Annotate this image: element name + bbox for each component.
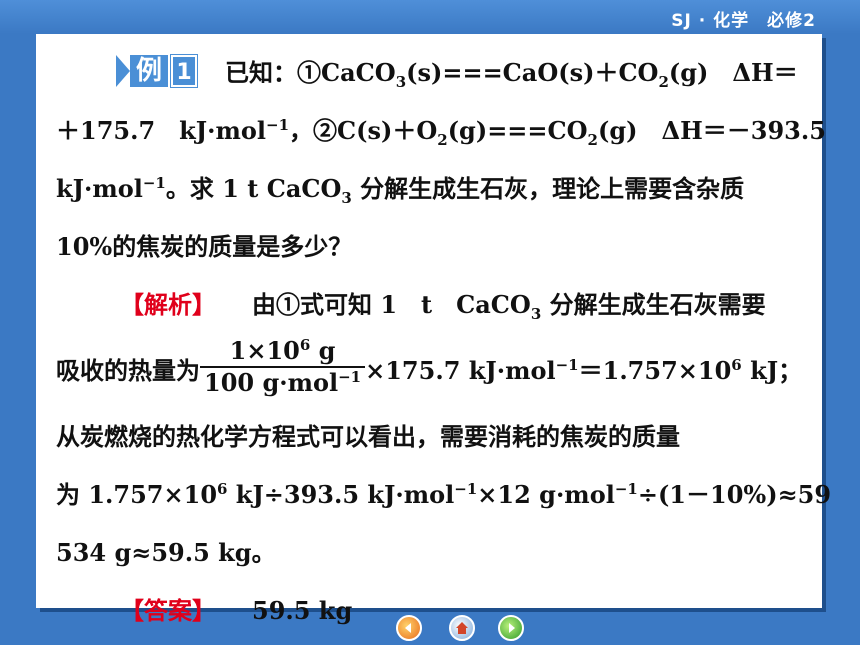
badge-label: 例 (130, 54, 169, 87)
text: 为 1.757×10 (56, 480, 218, 509)
superscript: 6 (299, 335, 311, 354)
superscript: 6 (217, 480, 228, 498)
text: kJ； (741, 356, 803, 385)
superscript: −1 (555, 356, 579, 374)
superscript: −1 (266, 116, 290, 134)
text: ＋175.7 kJ·mol (56, 116, 267, 145)
text: 100 g·mol (204, 367, 339, 397)
text: (g)===CO (447, 116, 588, 145)
home-button[interactable] (449, 615, 475, 641)
course-header: SJ · 化学 必修2 (671, 11, 816, 31)
badge-number: 1 (170, 53, 199, 88)
prev-slide-button[interactable] (396, 615, 422, 641)
analysis-line-1: 【解析】 由①式可知 1 t CaCO3 分解生成生石灰需要 (56, 276, 816, 334)
text: 吸收的热量为 (56, 356, 200, 385)
subscript: 2 (437, 130, 448, 149)
slide-text: 例 1 已知：①CaCO3(s)===CaO(s)＋CO2(g) ΔH＝ ＋17… (56, 44, 831, 640)
superscript: −1 (142, 174, 166, 192)
question-line-2: ＋175.7 kJ·mol−1，②C(s)＋O2(g)===CO2(g) ΔH＝… (56, 102, 826, 160)
text: (s)===CaO(s)＋CO (406, 58, 659, 87)
text: 由①式可知 1 t CaCO (252, 290, 531, 319)
fraction-numerator: 1×106 g (200, 335, 366, 368)
text: (g) ΔH＝－393.5 (597, 116, 826, 145)
text: 1×10 (229, 335, 300, 365)
home-icon (456, 622, 468, 634)
question-line-4: 10%的焦炭的质量是多少？ (56, 218, 816, 276)
superscript: −1 (454, 480, 478, 498)
text: g (310, 335, 336, 365)
answer-line: 【答案】 59.5 kg (56, 582, 816, 640)
subscript: 3 (341, 188, 352, 207)
question-line-1: 例 1 已知：①CaCO3(s)===CaO(s)＋CO2(g) ΔH＝ (56, 44, 816, 102)
superscript: 6 (731, 356, 742, 374)
superscript: −1 (338, 367, 362, 386)
answer-tag: 【答案】 (120, 596, 216, 625)
text: 从炭燃烧的热化学方程式可以看出，需要消耗的焦炭的质量 (56, 422, 680, 451)
subscript: 3 (395, 72, 407, 91)
analysis-line-4: 为 1.757×106 kJ÷393.5 kJ·mol−1×12 g·mol−1… (56, 466, 831, 524)
back-arrow-icon (405, 623, 411, 633)
top-bar: SJ · 化学 必修2 (0, 0, 860, 34)
analysis-line-3: 从炭燃烧的热化学方程式可以看出，需要消耗的焦炭的质量 (56, 408, 816, 466)
text: ，②C(s)＋O (289, 116, 438, 145)
text: ÷(1－10%)≈59 (637, 480, 832, 509)
example-badge: 例 1 (116, 53, 199, 88)
forward-arrow-icon (509, 623, 515, 633)
question-line-3: kJ·mol−1。求 1 t CaCO3 分解生成生石灰，理论上需要含杂质 (56, 160, 816, 218)
content-panel: 例 1 已知：①CaCO3(s)===CaO(s)＋CO2(g) ΔH＝ ＋17… (36, 34, 831, 625)
text: ×175.7 kJ·mol (365, 356, 556, 385)
next-slide-button[interactable] (498, 615, 524, 641)
text: ×12 g·mol (477, 480, 615, 509)
text: 分解生成生石灰需要 (541, 290, 766, 319)
text: (g) ΔH＝ (668, 58, 798, 87)
text: kJ÷393.5 kJ·mol (227, 480, 455, 509)
subscript: 3 (530, 304, 542, 323)
analysis-line-5: 534 g≈59.5 kg。 (56, 524, 816, 582)
text: 534 g≈59.5 kg。 (56, 538, 276, 567)
text: 10%的焦炭的质量是多少？ (56, 232, 353, 261)
answer-value: 59.5 kg (252, 596, 353, 625)
fraction: 1×106 g 100 g·mol−1 (200, 335, 366, 398)
subscript: 2 (658, 72, 669, 91)
fraction-denominator: 100 g·mol−1 (200, 368, 365, 398)
superscript: −1 (614, 480, 638, 498)
text: kJ·mol (56, 174, 143, 203)
text: 。求 1 t CaCO (165, 174, 342, 203)
text: ＝1.757×10 (578, 356, 732, 385)
analysis-line-2: 吸收的热量为 1×106 g 100 g·mol−1 ×175.7 kJ·mol−1＝… (56, 334, 816, 408)
badge-arrow-icon (116, 54, 130, 87)
text: 已知：①CaCO (225, 58, 396, 87)
text: 分解生成生石灰，理论上需要含杂质 (351, 174, 745, 203)
analysis-tag: 【解析】 (120, 290, 216, 319)
subscript: 2 (587, 130, 598, 149)
